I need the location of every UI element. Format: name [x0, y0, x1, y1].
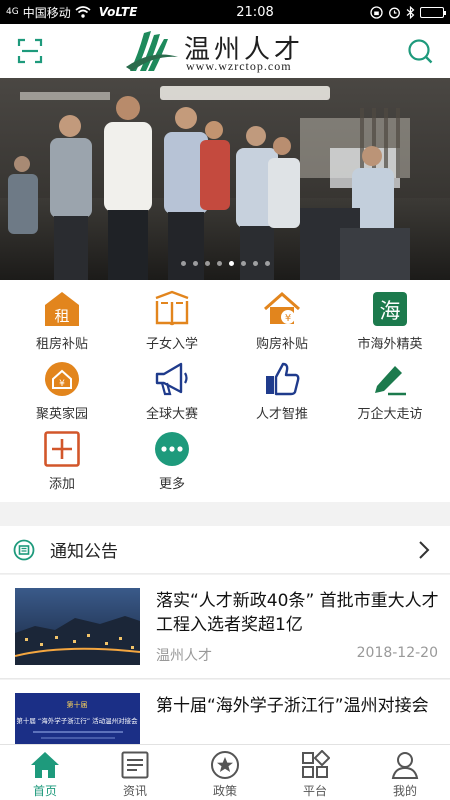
news-thumbnail: [15, 588, 140, 665]
carousel-dot[interactable]: [204, 261, 210, 266]
rent-subsidy-icon: 租: [45, 292, 79, 326]
more-icon: [155, 432, 189, 466]
carousel-indicator: [0, 261, 450, 266]
menu-item-overseas-elite[interactable]: 海 市海外精英: [334, 280, 446, 352]
overseas-elite-icon: 海: [373, 292, 407, 326]
news-list-item[interactable]: 落实“人才新政40条” 首批市重大人才工程入选者奖超1亿 温州人才 2018-1…: [0, 575, 450, 679]
tab-label: 首页: [32, 784, 57, 798]
bottom-tab-bar: 首页 资讯 政策 平台 我的: [0, 744, 450, 800]
tab-policy[interactable]: 政策: [180, 745, 270, 800]
news-icon: [121, 751, 149, 779]
function-grid: 租 租房补贴 子女入学 ¥ 购房补贴 海 市海外精英 ¥ 聚英家园 全球大赛 人…: [0, 280, 450, 502]
menu-item-label: 添加: [48, 477, 75, 492]
tab-news[interactable]: 资讯: [90, 745, 180, 800]
tab-profile[interactable]: 我的: [360, 745, 450, 800]
notice-title: 通知公告: [50, 542, 118, 562]
scan-icon[interactable]: [16, 37, 44, 65]
tab-label: 平台: [302, 784, 327, 798]
notice-section-header[interactable]: 通知公告: [0, 526, 450, 574]
home-yuan-icon: ¥: [45, 362, 79, 396]
carousel-dot[interactable]: [264, 261, 270, 266]
menu-item-talent-home[interactable]: ¥ 聚英家园: [6, 350, 118, 422]
app-logo: 温州人才 www.wzrctop.com: [124, 27, 324, 75]
add-icon: [44, 431, 80, 467]
clock: 21:08: [236, 4, 274, 20]
status-bar: 4G 中国移动 VoLTE 21:08: [0, 0, 450, 24]
banner-photo: [0, 78, 450, 280]
rent-glyph: 租: [54, 307, 69, 325]
notice-icon: [13, 539, 35, 561]
news-source: 温州人才: [156, 648, 212, 664]
menu-item-enterprise-visit[interactable]: 万企大走访: [334, 350, 446, 422]
carousel-dot[interactable]: [192, 261, 198, 266]
news-date: 2018-12-20: [356, 645, 438, 661]
house-yuan-icon: ¥: [264, 291, 300, 324]
bluetooth-icon: [406, 5, 415, 19]
menu-item-talent-recommend[interactable]: 人才智推: [226, 350, 338, 422]
search-icon[interactable]: [406, 37, 434, 65]
thumb-caption: 第十届 “海外学子浙江行” 活动温州对接会: [16, 716, 138, 725]
book-icon: [155, 290, 189, 326]
tab-label: 我的: [392, 784, 417, 798]
tab-label: 政策: [212, 784, 237, 798]
menu-item-global-contest[interactable]: 全球大赛: [116, 350, 228, 422]
lock-rotation-icon: [370, 5, 383, 19]
svg-text:¥: ¥: [285, 313, 291, 324]
app-screen: 4G 中国移动 VoLTE 21:08 温州人才 www.wzrctop.com…: [0, 0, 450, 800]
tab-platform[interactable]: 平台: [270, 745, 360, 800]
tab-home[interactable]: 首页: [0, 745, 90, 800]
carousel-dot[interactable]: [180, 261, 186, 266]
battery-icon: [420, 6, 446, 18]
logo-url: www.wzrctop.com: [186, 59, 292, 73]
thumbs-up-icon: [266, 362, 300, 396]
tab-label: 资讯: [122, 784, 147, 798]
svg-text:¥: ¥: [59, 379, 65, 389]
carousel-dot[interactable]: [252, 261, 258, 266]
app-header: 温州人才 www.wzrctop.com: [0, 24, 450, 78]
menu-item-more[interactable]: 更多: [116, 420, 228, 492]
policy-star-icon: [211, 751, 239, 779]
news-title: 第十届“海外学子浙江行”温州对接会: [156, 696, 429, 716]
alarm-icon: [389, 7, 400, 18]
home-icon: [31, 752, 59, 778]
volte-label: VoLTE: [98, 5, 138, 19]
svg-text:第十届: 第十届: [67, 700, 88, 709]
news-list-item[interactable]: 第十届 第十届 “海外学子浙江行” 活动温州对接会 第十届“海外学子浙江行”温州…: [0, 680, 450, 748]
menu-item-label: 万企大走访: [357, 407, 423, 422]
menu-item-label: 人才智推: [255, 407, 308, 422]
profile-icon: [391, 752, 419, 779]
menu-item-label: 更多: [158, 477, 185, 492]
chevron-right-icon[interactable]: [418, 540, 430, 560]
carousel-dot-active[interactable]: [228, 261, 234, 266]
signal-indicator: 4G: [6, 6, 19, 17]
platform-grid-icon: [302, 750, 330, 778]
carousel-dot[interactable]: [216, 261, 222, 266]
carrier-label: 中国移动: [22, 5, 71, 20]
menu-item-add[interactable]: 添加: [6, 420, 118, 492]
menu-item-rent-subsidy[interactable]: 租 租房补贴: [6, 280, 118, 352]
wifi-icon: [75, 6, 91, 18]
news-thumbnail: 第十届 第十届 “海外学子浙江行” 活动温州对接会: [15, 693, 140, 748]
pen-icon: [375, 366, 406, 396]
logo-mark-icon: [126, 31, 178, 71]
news-title: 落实“人才新政40条” 首批市重大人才工程入选者奖超1亿: [156, 591, 439, 635]
carousel-dot[interactable]: [240, 261, 246, 266]
menu-item-school-entry[interactable]: 子女入学: [116, 280, 228, 352]
megaphone-icon: [155, 362, 188, 396]
banner-carousel[interactable]: [0, 78, 450, 280]
menu-item-house-subsidy[interactable]: ¥ 购房补贴: [226, 280, 338, 352]
overseas-glyph: 海: [380, 299, 401, 323]
